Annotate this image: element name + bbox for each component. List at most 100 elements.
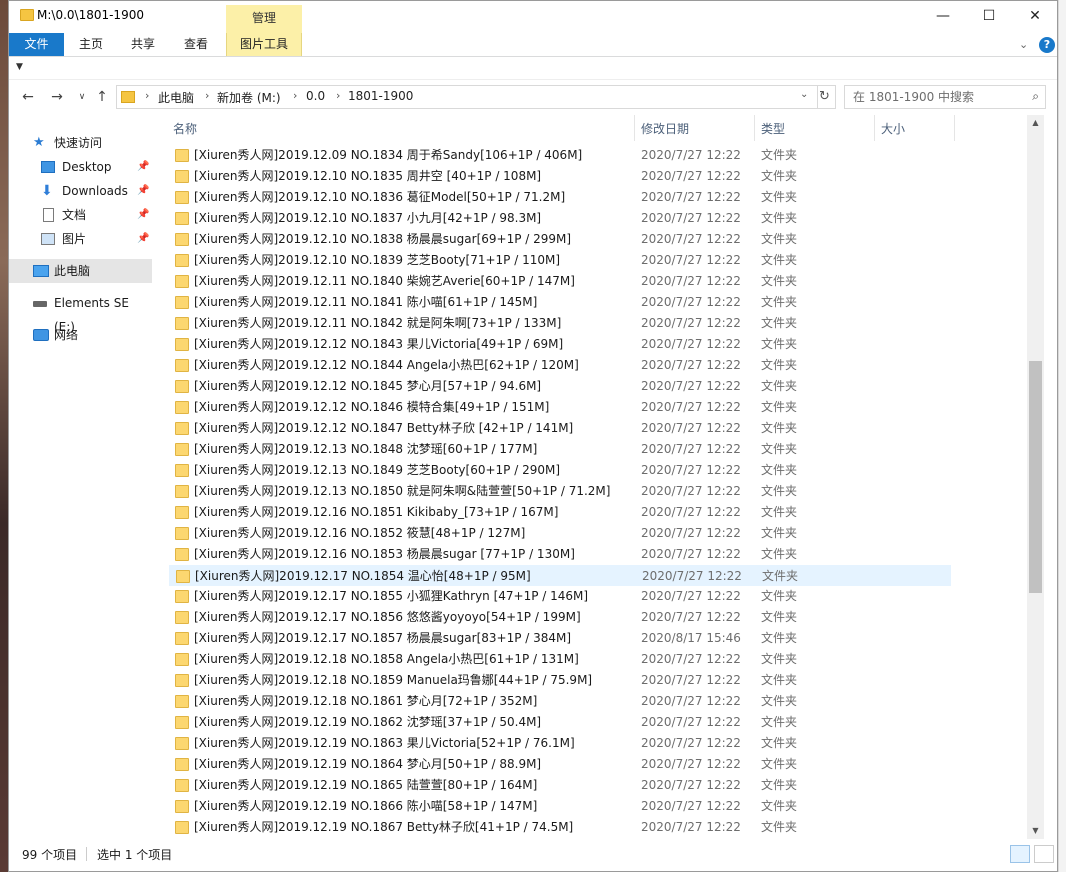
file-date: 2020/7/27 12:22: [641, 148, 741, 162]
close-button[interactable]: ✕: [1012, 1, 1058, 33]
file-date: 2020/7/27 12:22: [641, 484, 741, 498]
search-icon[interactable]: ⌕: [1032, 89, 1039, 104]
sidebar-item-this-pc[interactable]: 此电脑: [9, 259, 152, 283]
table-row[interactable]: [Xiuren秀人网]2019.12.18 NO.1859 Manuela玛鲁娜…: [169, 670, 951, 691]
tab-view[interactable]: 查看: [172, 33, 220, 56]
sidebar-item-network[interactable]: 网络: [9, 323, 152, 347]
sidebar-item-downloads[interactable]: ⬇ Downloads 📌: [9, 179, 152, 203]
expand-ribbon-icon[interactable]: ⌄: [1019, 38, 1028, 51]
up-arrow-icon[interactable]: ↑: [91, 87, 113, 107]
sidebar-item-quick-access[interactable]: ★ 快速访问: [9, 131, 152, 155]
tab-share[interactable]: 共享: [119, 33, 167, 56]
breadcrumb-folder-1801-1900[interactable]: 1801-1900: [348, 89, 413, 103]
table-row[interactable]: [Xiuren秀人网]2019.12.12 NO.1847 Betty林子欣 […: [169, 418, 951, 439]
file-type: 文件夹: [761, 211, 798, 225]
pin-icon[interactable]: 📌: [137, 179, 149, 203]
tab-home[interactable]: 主页: [67, 33, 115, 56]
breadcrumb-this-pc[interactable]: 此电脑: [158, 89, 194, 106]
customize-toolbar-icon[interactable]: ▼: [16, 62, 23, 72]
folder-icon: [175, 254, 189, 267]
chevron-right-icon[interactable]: ›: [145, 89, 149, 102]
folder-icon: [175, 191, 189, 204]
table-row[interactable]: [Xiuren秀人网]2019.12.10 NO.1838 杨晨晨sugar[6…: [169, 229, 951, 250]
column-header-date[interactable]: 修改日期: [635, 115, 755, 141]
chevron-right-icon[interactable]: ›: [293, 89, 297, 102]
table-row[interactable]: [Xiuren秀人网]2019.12.16 NO.1851 Kikibaby_[…: [169, 502, 951, 523]
column-header-name[interactable]: 名称: [167, 115, 635, 141]
file-type: 文件夹: [761, 337, 798, 351]
column-header-type[interactable]: 类型: [755, 115, 875, 141]
details-view-icon[interactable]: [1010, 845, 1030, 863]
table-row[interactable]: [Xiuren秀人网]2019.12.16 NO.1852 筱慧[48+1P /…: [169, 523, 951, 544]
pin-icon[interactable]: 📌: [137, 203, 149, 227]
pin-icon[interactable]: 📌: [137, 155, 149, 179]
table-row[interactable]: [Xiuren秀人网]2019.12.17 NO.1856 悠悠酱yoyoyo[…: [169, 607, 951, 628]
breadcrumb-drive-m[interactable]: 新加卷 (M:): [217, 89, 281, 106]
address-bar[interactable]: › 此电脑 › 新加卷 (M:) › 0.0 › 1801-1900 ⌄: [116, 85, 818, 109]
table-row[interactable]: [Xiuren秀人网]2019.12.18 NO.1861 梦心月[72+1P …: [169, 691, 951, 712]
network-icon: [33, 329, 49, 341]
file-type: 文件夹: [761, 610, 798, 624]
table-row[interactable]: [Xiuren秀人网]2019.12.11 NO.1842 就是阿朱啊[73+1…: [169, 313, 951, 334]
scroll-up-icon[interactable]: ▲: [1027, 115, 1044, 131]
file-name: [Xiuren秀人网]2019.12.09 NO.1834 周于希Sandy[1…: [194, 148, 583, 162]
table-row[interactable]: [Xiuren秀人网]2019.12.12 NO.1846 模特合集[49+1P…: [169, 397, 951, 418]
table-row[interactable]: [Xiuren秀人网]2019.12.13 NO.1848 沈梦瑶[60+1P …: [169, 439, 951, 460]
breadcrumb-folder-0-0[interactable]: 0.0: [306, 89, 325, 103]
table-row[interactable]: [Xiuren秀人网]2019.12.19 NO.1866 陈小喵[58+1P …: [169, 796, 951, 817]
table-row[interactable]: [Xiuren秀人网]2019.12.19 NO.1863 果儿Victoria…: [169, 733, 951, 754]
tab-file[interactable]: 文件: [9, 33, 64, 56]
recent-locations-icon[interactable]: ∨: [71, 87, 93, 107]
table-row[interactable]: [Xiuren秀人网]2019.12.09 NO.1834 周于希Sandy[1…: [169, 145, 951, 166]
table-row[interactable]: [Xiuren秀人网]2019.12.13 NO.1850 就是阿朱啊&陆萱萱[…: [169, 481, 951, 502]
table-row[interactable]: [Xiuren秀人网]2019.12.16 NO.1853 杨晨晨sugar […: [169, 544, 951, 565]
table-row[interactable]: [Xiuren秀人网]2019.12.18 NO.1858 Angela小热巴[…: [169, 649, 951, 670]
search-box[interactable]: ⌕: [844, 85, 1046, 109]
table-row[interactable]: [Xiuren秀人网]2019.12.19 NO.1862 沈梦瑶[37+1P …: [169, 712, 951, 733]
navigation-pane: ★ 快速访问 Desktop 📌 ⬇ Downloads 📌 文档 📌 图片 📌…: [9, 115, 156, 839]
chevron-right-icon[interactable]: ›: [336, 89, 340, 102]
scrollbar-thumb[interactable]: [1029, 361, 1042, 593]
search-input[interactable]: [845, 86, 1020, 108]
chevron-down-icon[interactable]: ⌄: [800, 89, 808, 100]
table-row[interactable]: [Xiuren秀人网]2019.12.11 NO.1841 陈小喵[61+1P …: [169, 292, 951, 313]
tab-picture-tools[interactable]: 图片工具: [226, 33, 302, 56]
sidebar-item-pictures[interactable]: 图片 📌: [9, 227, 152, 251]
large-icons-view-icon[interactable]: [1034, 845, 1054, 863]
table-row[interactable]: [Xiuren秀人网]2019.12.11 NO.1840 柴婉艺Averie[…: [169, 271, 951, 292]
adjacent-window-edge: [1058, 0, 1066, 872]
sidebar-item-documents[interactable]: 文档 📌: [9, 203, 152, 227]
table-row[interactable]: [Xiuren秀人网]2019.12.19 NO.1865 陆萱萱[80+1P …: [169, 775, 951, 796]
vertical-scrollbar[interactable]: ▲ ▼: [1027, 115, 1044, 839]
table-row[interactable]: [Xiuren秀人网]2019.12.12 NO.1843 果儿Victoria…: [169, 334, 951, 355]
table-row[interactable]: [Xiuren秀人网]2019.12.10 NO.1836 葛征Model[50…: [169, 187, 951, 208]
sidebar-item-desktop[interactable]: Desktop 📌: [9, 155, 152, 179]
chevron-right-icon[interactable]: ›: [205, 89, 209, 102]
table-row[interactable]: [Xiuren秀人网]2019.12.19 NO.1864 梦心月[50+1P …: [169, 754, 951, 775]
table-row[interactable]: [Xiuren秀人网]2019.12.17 NO.1854 温心怡[48+1P …: [169, 565, 951, 586]
table-row[interactable]: [Xiuren秀人网]2019.12.12 NO.1844 Angela小热巴[…: [169, 355, 951, 376]
table-row[interactable]: [Xiuren秀人网]2019.12.17 NO.1857 杨晨晨sugar[8…: [169, 628, 951, 649]
file-list: ^ 名称 修改日期 类型 大小 [Xiuren秀人网]2019.12.09 NO…: [157, 115, 1027, 839]
scroll-down-icon[interactable]: ▼: [1027, 823, 1044, 839]
help-icon[interactable]: ?: [1039, 37, 1055, 53]
table-row[interactable]: [Xiuren秀人网]2019.12.19 NO.1867 Betty林子欣[4…: [169, 817, 951, 838]
table-row[interactable]: [Xiuren秀人网]2019.12.17 NO.1855 小狐狸Kathryn…: [169, 586, 951, 607]
forward-arrow-icon[interactable]: →: [46, 87, 68, 107]
sidebar-item-elements-se[interactable]: Elements SE (E:): [9, 291, 152, 334]
table-row[interactable]: [Xiuren秀人网]2019.12.13 NO.1849 芝芝Booty[60…: [169, 460, 951, 481]
table-row[interactable]: [Xiuren秀人网]2019.12.10 NO.1837 小九月[42+1P …: [169, 208, 951, 229]
folder-icon: [175, 758, 189, 771]
back-arrow-icon[interactable]: ←: [17, 87, 39, 107]
pin-icon[interactable]: 📌: [137, 227, 149, 251]
table-row[interactable]: [Xiuren秀人网]2019.12.12 NO.1845 梦心月[57+1P …: [169, 376, 951, 397]
table-row[interactable]: [Xiuren秀人网]2019.12.10 NO.1835 周井空 [40+1P…: [169, 166, 951, 187]
refresh-icon[interactable]: ↻: [814, 85, 836, 109]
column-header-size[interactable]: 大小: [875, 115, 955, 141]
folder-icon: [175, 380, 189, 393]
tab-manage[interactable]: 管理: [226, 5, 302, 33]
maximize-button[interactable]: ☐: [966, 1, 1012, 33]
table-row[interactable]: [Xiuren秀人网]2019.12.10 NO.1839 芝芝Booty[71…: [169, 250, 951, 271]
minimize-button[interactable]: —: [920, 1, 966, 33]
file-date: 2020/7/27 12:22: [641, 799, 741, 813]
